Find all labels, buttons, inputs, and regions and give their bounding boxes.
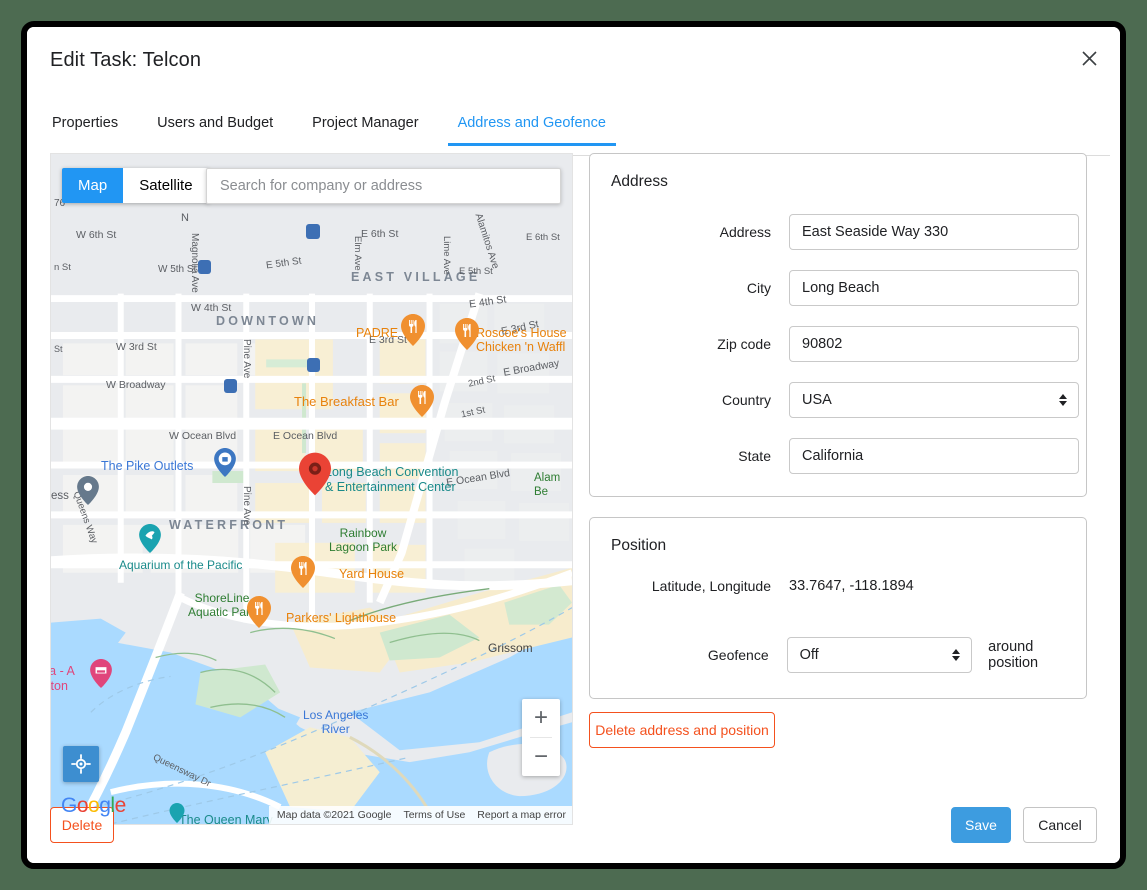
map-search-box[interactable] [206, 168, 561, 204]
city-label: City [746, 280, 771, 296]
geofence-label: Geofence [707, 647, 769, 663]
tab-properties[interactable]: Properties [50, 107, 120, 145]
zoom-in-button[interactable]: + [522, 699, 560, 737]
map-type-toggle[interactable]: Map Satellite [62, 168, 209, 203]
field-row-country: Country USA [590, 382, 1086, 418]
tab-address-and-geofence[interactable]: Address and Geofence [447, 107, 617, 146]
field-row-latlng: Latitude, Longitude 33.7647, -118.1894 [590, 578, 1086, 594]
map-type-map[interactable]: Map [62, 168, 124, 203]
zip-code-label: Zip code [717, 336, 771, 352]
country-select[interactable]: USA [789, 382, 1079, 418]
address-panel-title: Address [611, 173, 668, 190]
terms-of-use-link[interactable]: Terms of Use [403, 809, 465, 821]
geofence-suffix-text: around position [988, 639, 1039, 671]
address-label: Address [719, 224, 771, 240]
page-title: Edit Task: Telcon [50, 49, 202, 71]
latlng-value: 33.7647, -118.1894 [789, 578, 914, 594]
map-view[interactable]: EAST VILLAGE DOWNTOWN WATERFRONT W 6th S… [50, 153, 573, 825]
state-input[interactable] [789, 438, 1079, 474]
report-map-error-link[interactable]: Report a map error [477, 809, 566, 821]
field-row-city: City [590, 270, 1086, 306]
center-on-position-icon[interactable] [63, 746, 99, 782]
map-label-layer: EAST VILLAGE DOWNTOWN WATERFRONT W 6th S… [51, 154, 572, 824]
state-label: State [738, 448, 771, 464]
dialog-footer: Delete Save Cancel [27, 797, 1120, 863]
delete-address-and-position-button[interactable]: Delete address and position [589, 712, 775, 748]
zoom-out-button[interactable]: − [522, 738, 560, 776]
search-input[interactable] [207, 178, 560, 194]
logo-letter: G [61, 794, 77, 817]
city-input[interactable] [789, 270, 1079, 306]
map-zoom-controls[interactable]: + − [522, 699, 560, 776]
tab-users-and-budget[interactable]: Users and Budget [155, 107, 275, 145]
country-label: Country [721, 392, 771, 408]
position-panel-title: Position [611, 537, 667, 554]
screen-backdrop: Edit Task: Telcon Properties Users and B… [0, 0, 1147, 890]
map-type-satellite[interactable]: Satellite [123, 168, 209, 203]
edit-task-dialog: Edit Task: Telcon Properties Users and B… [21, 21, 1126, 869]
cancel-button[interactable]: Cancel [1023, 807, 1097, 843]
logo-letter: o [76, 794, 89, 817]
logo-letter: o [88, 794, 100, 817]
map-attribution: Map data ©2021 Google Terms of Use Repor… [268, 806, 572, 824]
geofence-select[interactable]: Off [786, 637, 973, 673]
google-logo: Google [61, 794, 126, 818]
address-panel: Address Address City Zip code Country US… [589, 153, 1087, 497]
field-row-address: Address [590, 214, 1086, 250]
logo-letter: e [114, 794, 127, 817]
latlng-label: Latitude, Longitude [651, 578, 771, 594]
save-button[interactable]: Save [951, 807, 1011, 843]
close-icon[interactable] [1072, 41, 1106, 75]
tab-bar: Properties Users and Budget Project Mana… [50, 107, 1110, 156]
field-row-zip: Zip code [590, 326, 1086, 362]
attribution-text: Map data ©2021 Google [276, 809, 392, 821]
field-row-state: State [590, 438, 1086, 474]
address-input[interactable] [789, 214, 1079, 250]
country-select-value[interactable]: USA [789, 382, 1079, 418]
position-panel: Position Latitude, Longitude 33.7647, -1… [589, 517, 1087, 699]
selected-location-marker [299, 452, 331, 501]
geofence-select-value[interactable]: Off [786, 637, 973, 673]
tab-project-manager[interactable]: Project Manager [310, 107, 420, 145]
logo-letter: g [99, 794, 111, 817]
zip-code-input[interactable] [789, 326, 1079, 362]
map-canvas[interactable]: EAST VILLAGE DOWNTOWN WATERFRONT W 6th S… [51, 154, 572, 824]
field-row-geofence: Geofence Off around position [590, 637, 1086, 673]
